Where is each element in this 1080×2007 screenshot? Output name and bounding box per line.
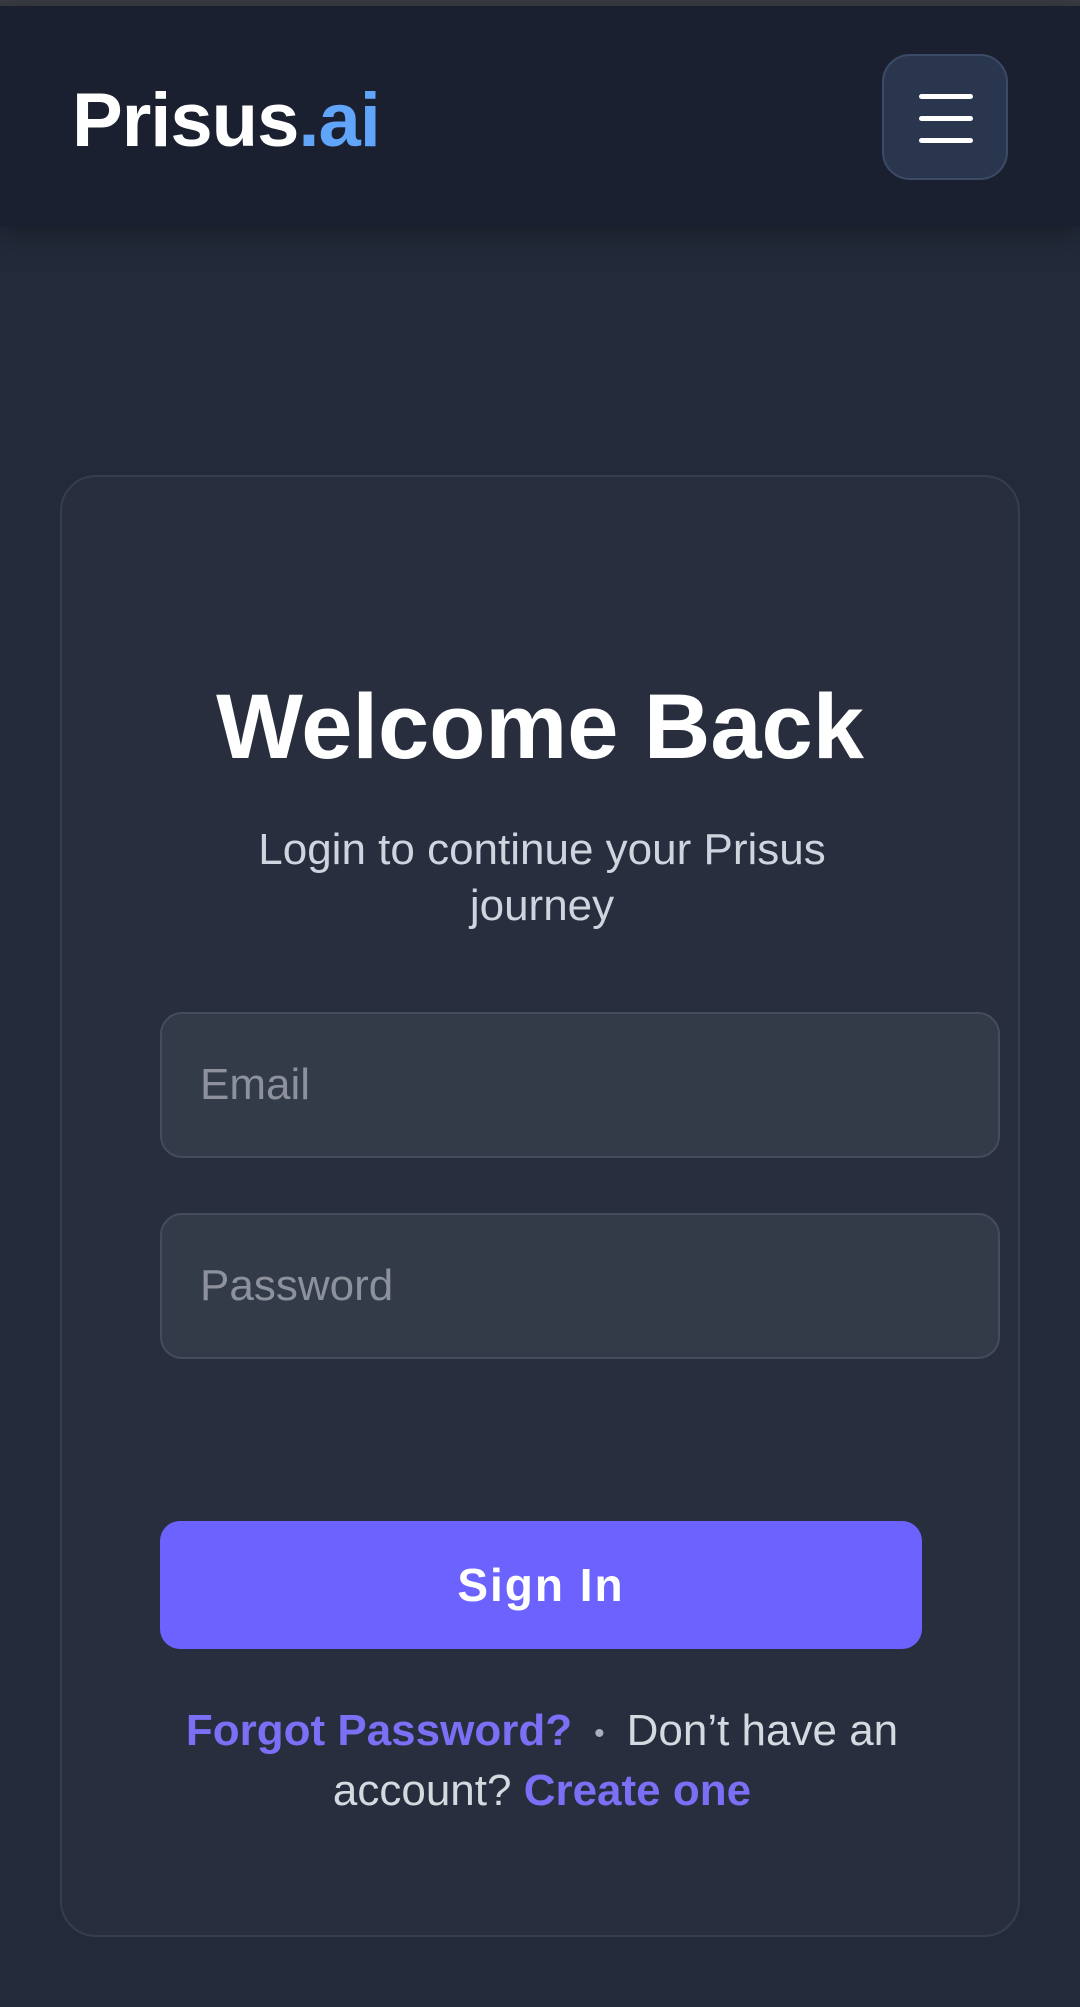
separator-dot: • [594,1716,605,1750]
logo-accent-text: .ai [298,78,380,163]
top-navbar: Prisus.ai [0,6,1080,227]
login-footer: Forgot Password? • Don’t have an account? … [182,1702,902,1819]
login-card: Welcome Back Login to continue your Pris… [60,475,1020,1937]
password-field[interactable] [160,1213,1000,1359]
page-subtitle: Login to continue your Prisus journey [258,825,826,930]
logo-main-text: Prisus [72,78,299,163]
page-title: Welcome Back [216,676,864,778]
brand-logo[interactable]: Prisus.ai [72,76,381,166]
sign-in-button[interactable]: Sign In [160,1521,922,1649]
menu-button[interactable] [882,54,1008,180]
forgot-password-link[interactable]: Forgot Password? [186,1706,572,1755]
create-account-link[interactable]: Create one [524,1766,751,1815]
email-field[interactable] [160,1012,1000,1158]
